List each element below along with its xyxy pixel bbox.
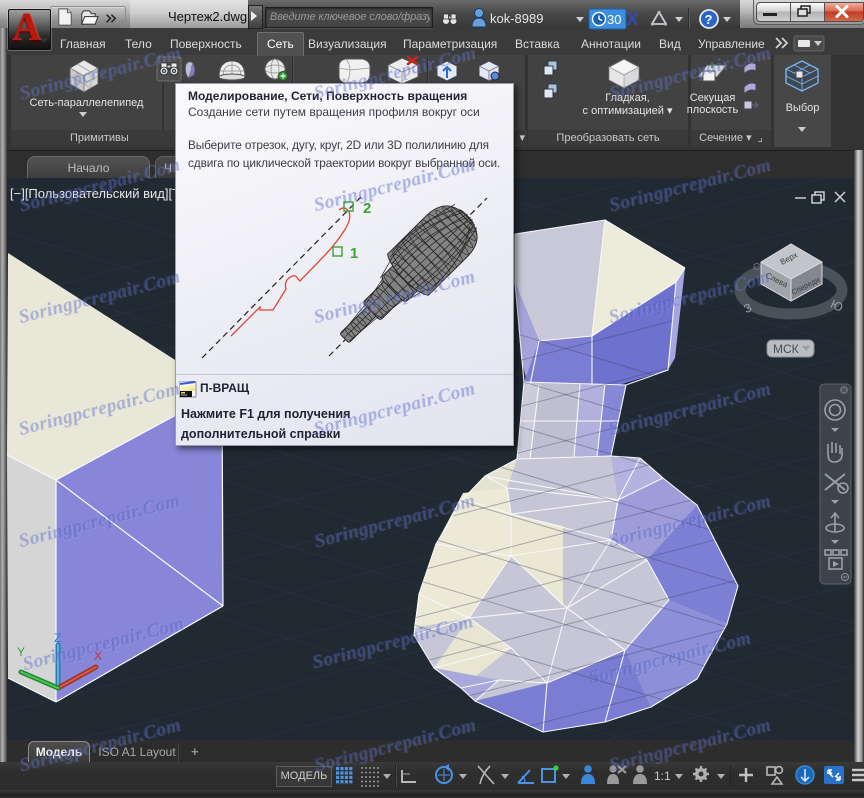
svg-text:X: X	[626, 10, 639, 31]
svg-text:МСК: МСК	[773, 342, 799, 356]
svg-text:Z: Z	[54, 631, 61, 645]
svg-text:1: 1	[350, 245, 358, 262]
svg-text:30: 30	[607, 12, 621, 27]
svg-text:1:1: 1:1	[654, 769, 671, 783]
svg-text:?: ?	[705, 12, 713, 27]
svg-text:kok-8989: kok-8989	[490, 11, 543, 26]
